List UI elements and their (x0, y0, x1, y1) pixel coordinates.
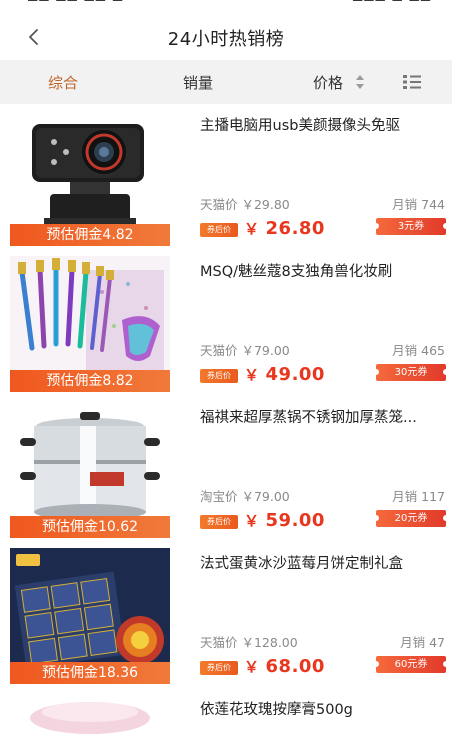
coupon-button[interactable]: 30元券 (373, 364, 449, 381)
commission-label: 预估佣金4.82 (10, 224, 170, 246)
price-value: 68.00 (265, 656, 325, 677)
after-coupon-badge: 券后价 (200, 515, 238, 529)
coupon-button[interactable]: 60元券 (373, 656, 449, 673)
after-coupon-badge: 券后价 (200, 369, 238, 383)
after-coupon-badge: 券后价 (200, 661, 238, 675)
sort-price-tab[interactable]: 价格 (313, 72, 343, 93)
monthly-sales: 月销 47 (400, 635, 445, 650)
product-title: 福祺来超厚蒸锅不锈钢加厚蒸笼... (200, 410, 417, 426)
product-card[interactable]: 预估佣金10.62 福祺来超厚蒸锅不锈钢加厚蒸笼... 淘宝价 ￥79.00 月… (0, 396, 452, 542)
sort-sales-tab[interactable]: 销量 (183, 72, 213, 93)
monthly-sales: 月销 117 (392, 489, 445, 504)
product-title: 主播电脑用usb美颜摄像头免驱 (200, 118, 400, 134)
original-price: 天猫价 ￥128.00 (200, 635, 298, 650)
product-image-webcam: 预估佣金4.82 (10, 110, 170, 246)
page-title: 24小时热销榜 (167, 29, 285, 50)
monthly-sales: 月销 465 (392, 343, 445, 358)
commission-label: 预估佣金8.82 (10, 370, 170, 392)
product-image-mooncake: 预估佣金18.36 (10, 548, 170, 684)
product-image-steamer: 预估佣金10.62 (10, 402, 170, 538)
after-coupon-badge: 券后价 (200, 223, 238, 237)
sort-comprehensive-tab[interactable]: 综合 (48, 72, 78, 93)
list-layout-icon[interactable] (402, 73, 422, 91)
price-value: 26.80 (265, 218, 325, 239)
product-card[interactable]: 依莲花玫瑰按摩膏500g (0, 688, 452, 741)
product-card[interactable]: 预估佣金4.82 主播电脑用usb美颜摄像头免驱 天猫价 ￥29.80 月销 7… (0, 104, 452, 250)
product-title: MSQ/魅丝蔻8支独角兽化妆刷 (200, 264, 393, 280)
product-image-brushes: 预估佣金8.82 (10, 256, 170, 392)
price: ￥ 49.00 (244, 364, 325, 385)
status-bar: ▀▀ ▀▀ ▀▀ ▀ ▀▀▀ ▀ ▀▀ (0, 0, 452, 14)
sort-arrows-icon[interactable] (355, 72, 365, 92)
commission-label: 预估佣金18.36 (10, 662, 170, 684)
header: 24小时热销榜 (0, 14, 452, 60)
currency-symbol: ￥ (244, 220, 260, 238)
currency-symbol: ￥ (244, 366, 260, 384)
original-price: 天猫价 ￥79.00 (200, 343, 290, 358)
price: ￥ 59.00 (244, 510, 325, 531)
commission-label: 预估佣金10.62 (10, 516, 170, 538)
product-image-cream (10, 694, 170, 741)
price: ￥ 68.00 (244, 656, 325, 677)
sort-bar: 综合 销量 价格 (0, 60, 452, 104)
original-price: 淘宝价 ￥79.00 (200, 489, 290, 504)
coupon-button[interactable]: 20元券 (373, 510, 449, 527)
price-value: 59.00 (265, 510, 325, 531)
product-card[interactable]: 预估佣金8.82 MSQ/魅丝蔻8支独角兽化妆刷 天猫价 ￥79.00 月销 4… (0, 250, 452, 396)
product-card[interactable]: 预估佣金18.36 法式蛋黄冰沙蓝莓月饼定制礼盒 天猫价 ￥128.00 月销 … (0, 542, 452, 688)
currency-symbol: ￥ (244, 658, 260, 676)
original-price: 天猫价 ￥29.80 (200, 197, 290, 212)
price: ￥ 26.80 (244, 218, 325, 239)
status-left: ▀▀ ▀▀ ▀▀ ▀ (28, 0, 125, 8)
currency-symbol: ￥ (244, 512, 260, 530)
product-title: 依莲花玫瑰按摩膏500g (200, 702, 353, 718)
status-right: ▀▀▀ ▀ ▀▀ (353, 0, 432, 8)
product-title: 法式蛋黄冰沙蓝莓月饼定制礼盒 (200, 556, 403, 572)
coupon-button[interactable]: 3元券 (373, 218, 449, 235)
monthly-sales: 月销 744 (392, 197, 445, 212)
price-value: 49.00 (265, 364, 325, 385)
